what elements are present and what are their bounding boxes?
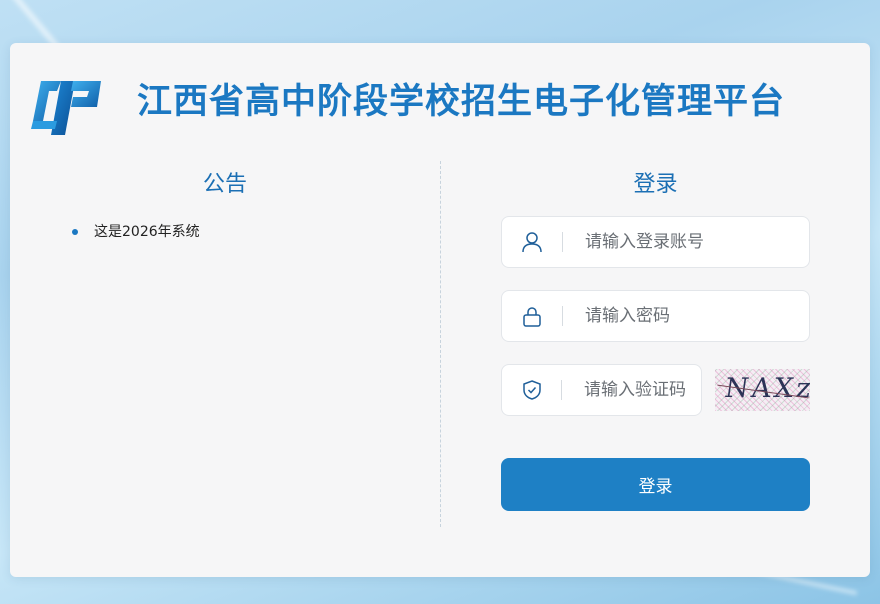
captcha-image[interactable]: NAXz <box>715 369 810 411</box>
lock-icon <box>502 305 562 327</box>
field-separator <box>561 380 562 400</box>
zhongkao-logo-icon <box>31 81 101 135</box>
field-separator <box>562 306 563 326</box>
login-card: 江西省高中阶段学校招生电子化管理平台 公告 这是2026年系统 登录 请输入登录… <box>10 43 870 577</box>
captcha-text: NAXz <box>722 373 810 404</box>
notice-title: 公告 <box>202 172 247 197</box>
field-separator <box>562 232 563 252</box>
user-icon <box>502 231 562 253</box>
password-field[interactable] <box>501 290 810 342</box>
section-divider <box>440 161 441 527</box>
password-input[interactable] <box>583 305 787 327</box>
captcha-input[interactable] <box>582 379 701 401</box>
shield-check-icon <box>502 379 561 401</box>
username-input[interactable] <box>583 231 787 253</box>
login-page: 江西省高中阶段学校招生电子化管理平台 公告 这是2026年系统 登录 请输入登录… <box>0 0 880 604</box>
login-button[interactable]: 登录 <box>501 458 810 511</box>
login-title: 登录 <box>633 172 678 197</box>
notice-list: 这是2026年系统 <box>72 221 200 243</box>
app-title: 江西省高中阶段学校招生电子化管理平台 <box>137 82 786 122</box>
username-field[interactable] <box>501 216 810 268</box>
notice-item[interactable]: 这是2026年系统 <box>72 221 200 243</box>
captcha-field[interactable] <box>501 364 702 416</box>
